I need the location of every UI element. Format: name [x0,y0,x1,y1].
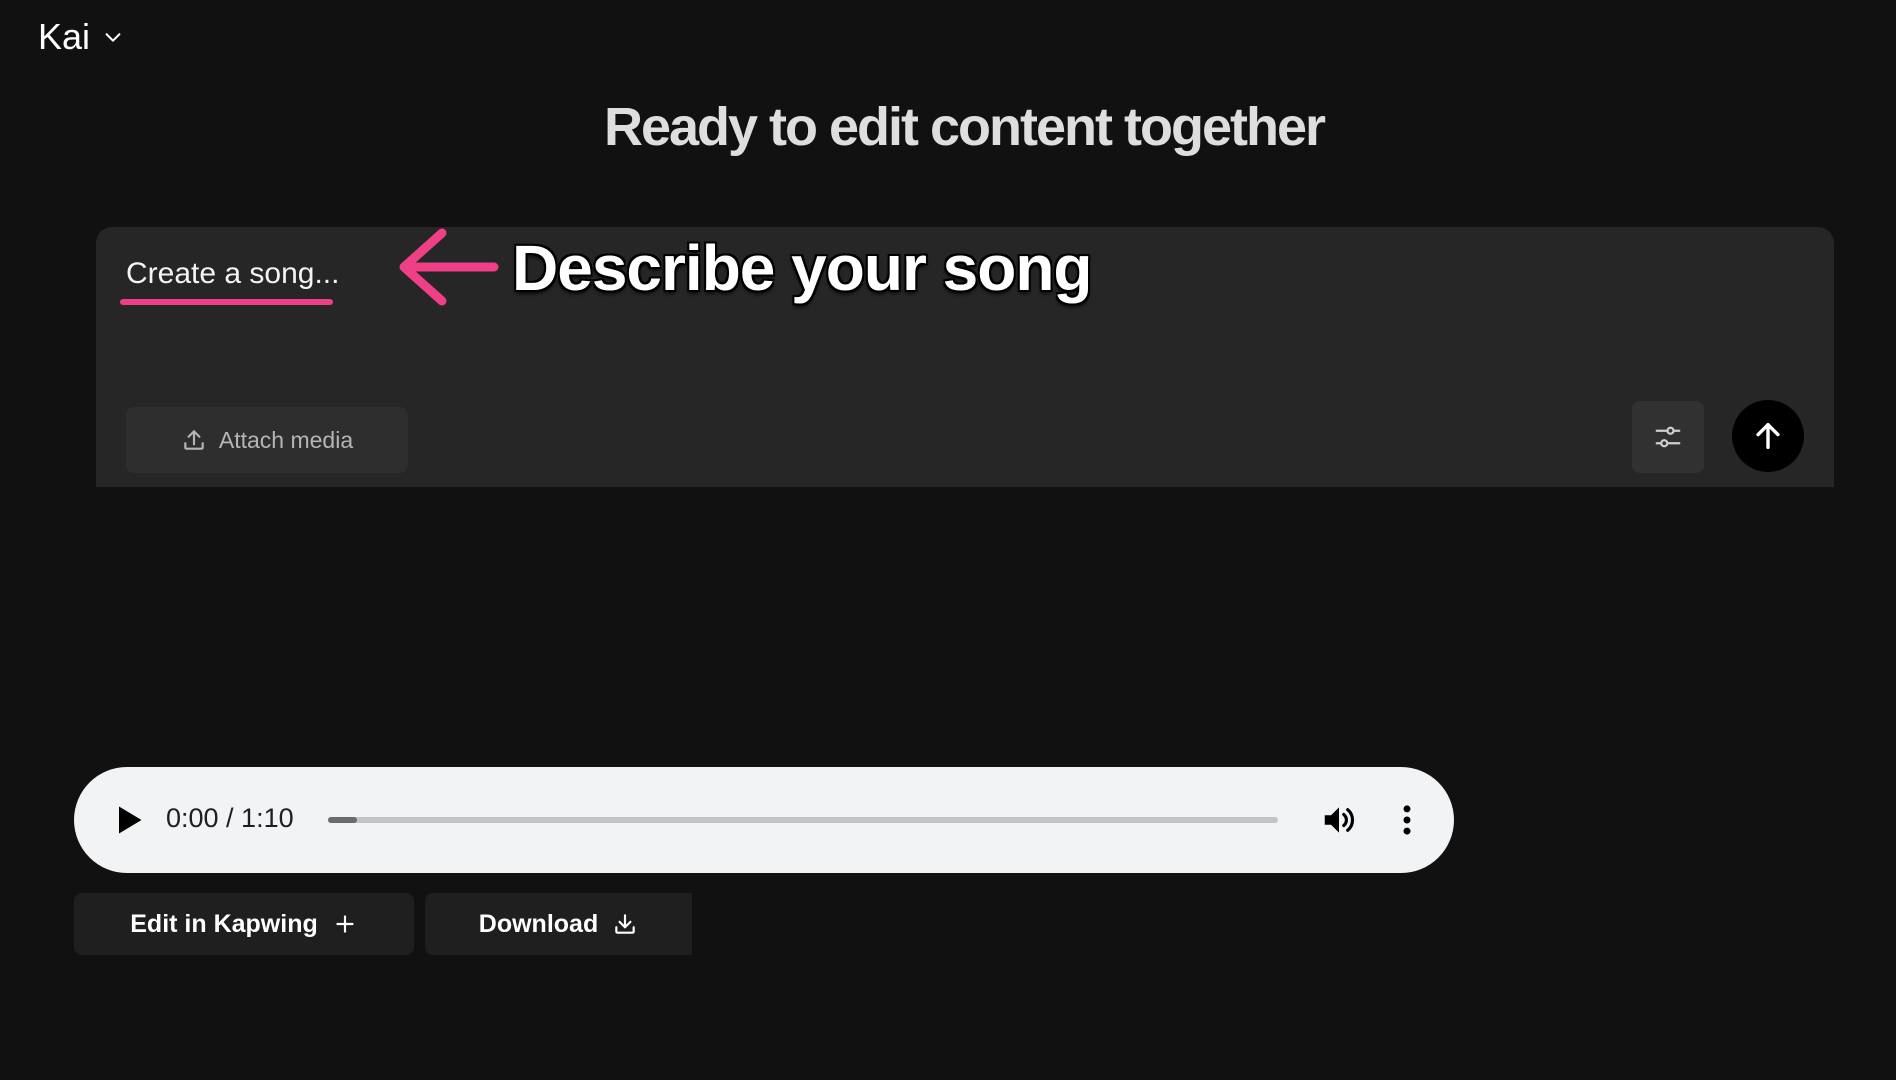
arrow-left-icon [399,228,499,306]
play-icon[interactable] [110,802,146,838]
workspace-switcher[interactable]: Kai [38,16,124,58]
time-display: 0:00 / 1:10 [166,803,294,833]
volume-icon[interactable] [1320,801,1358,839]
annotation-text: Describe your song [512,232,1092,304]
sliders-icon [1655,426,1681,448]
download-icon [615,914,635,934]
edit-in-kapwing-button[interactable]: Edit in Kapwing [74,893,414,955]
send-button[interactable] [1732,400,1804,472]
plus-icon [336,915,354,933]
prompt-input[interactable]: Create a song... [126,257,339,291]
attach-media-label: Attach media [218,426,354,453]
seek-progress [328,817,357,823]
workspace-name: Kai [38,16,91,57]
download-button[interactable]: Download [425,893,692,955]
audio-player: 0:00 / 1:10 [74,767,1454,873]
chevron-down-icon [105,33,121,42]
annotation-underline [120,299,333,305]
page-title: Ready to edit content together [603,97,1326,157]
edit-in-kapwing-label: Edit in Kapwing [130,909,318,938]
download-label: Download [478,909,599,938]
more-vertical-icon[interactable] [1388,801,1426,839]
upload-icon [184,430,204,450]
seek-bar[interactable] [328,817,1278,823]
attach-media-button[interactable]: Attach media [126,407,408,473]
arrow-up-icon [1756,422,1780,450]
generation-settings-button[interactable] [1632,401,1704,473]
prompt-composer: Create a song... Describe your song Atta… [96,227,1834,487]
